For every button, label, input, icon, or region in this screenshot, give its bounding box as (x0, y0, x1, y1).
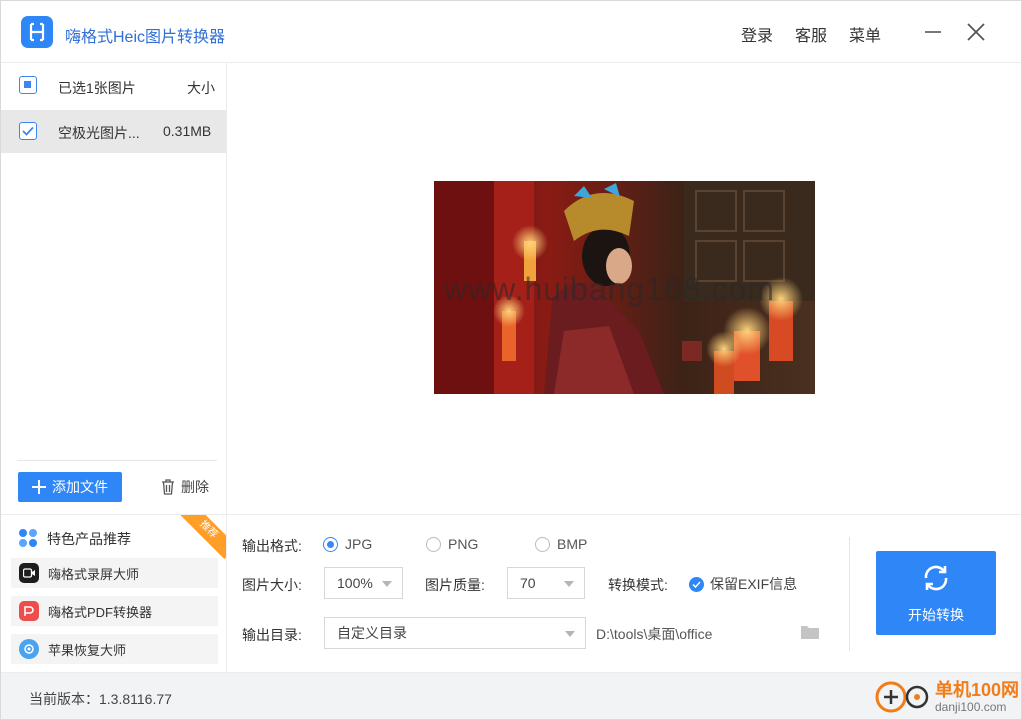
output-path: D:\tools\桌面\office (596, 626, 713, 642)
minimize-button[interactable] (918, 17, 948, 47)
promo-item-screen-recorder[interactable]: 嗨格式录屏大师 (11, 558, 218, 588)
select-all-checkbox[interactable] (19, 76, 37, 94)
file-list-panel: 已选1张图片 大小 空极光图片... 0.31MB 添加文件 删除 (1, 63, 227, 514)
delete-label: 删除 (181, 479, 209, 495)
app-logo-icon (21, 16, 53, 48)
selected-count-label: 已选1张图片 (58, 80, 136, 96)
radio-unselected-icon (426, 536, 441, 552)
promo-panel: 推荐 特色产品推荐 嗨格式录屏大师 嗨格式PDF转换器 苹果恢复大师 (1, 514, 227, 672)
chevron-down-icon (565, 631, 575, 637)
output-dir-select[interactable]: 自定义目录 (324, 617, 586, 649)
file-size: 0.31MB (163, 123, 212, 139)
recommend-badge: 推荐 (179, 515, 226, 559)
close-icon (967, 23, 985, 41)
settings-panel: 输出格式: JPG PNG BMP 图片大小: 100% 图片质量: 70 转换… (227, 514, 1021, 672)
image-quality-select[interactable]: 70 (507, 567, 585, 599)
promo-title: 特色产品推荐 (47, 531, 131, 547)
size-column-header: 大小 (187, 80, 215, 96)
radio-selected-icon (323, 536, 338, 552)
promo-item-pdf-converter[interactable]: 嗨格式PDF转换器 (11, 596, 218, 626)
format-label: JPG (345, 536, 373, 552)
promo-item-label: 嗨格式PDF转换器 (48, 604, 153, 620)
convert-mode-label: 转换模式: (608, 577, 668, 593)
file-list-header: 已选1张图片 大小 (1, 63, 226, 109)
image-quality-value: 70 (520, 575, 536, 591)
delete-button[interactable]: 删除 (161, 477, 209, 497)
start-convert-button[interactable]: 开始转换 (876, 551, 996, 635)
status-bar: 当前版本：1.3.8116.77 单机100网 danji100.com (1, 672, 1021, 719)
chevron-down-icon (564, 581, 574, 587)
close-button[interactable] (961, 17, 991, 47)
site-logo-icon (875, 681, 929, 713)
add-file-label: 添加文件 (52, 479, 108, 495)
radio-unselected-icon (535, 536, 550, 552)
preview-watermark: www.huibang168.com (444, 271, 776, 307)
minimize-icon (925, 31, 941, 33)
menu-link[interactable]: 菜单 (849, 22, 881, 46)
start-convert-label: 开始转换 (908, 607, 964, 623)
keep-exif-label: 保留EXIF信息 (710, 576, 798, 592)
site-name: 单机100网 (935, 680, 1020, 700)
title-bar: 嗨格式Heic图片转换器 登录 客服 菜单 (1, 1, 1021, 63)
file-row-checkbox[interactable] (19, 122, 37, 140)
site-logo: 单机100网 danji100.com (875, 677, 1019, 717)
format-radio-png[interactable]: PNG (426, 536, 478, 552)
preview-panel: www.huibang168.com (227, 63, 1021, 514)
screen-recorder-icon (19, 563, 39, 583)
refresh-icon (924, 565, 948, 591)
format-radio-bmp[interactable]: BMP (535, 536, 587, 552)
chevron-down-icon (382, 581, 392, 587)
format-radio-jpg[interactable]: JPG (323, 536, 372, 552)
output-dir-label: 输出目录: (242, 627, 302, 643)
image-quality-label: 图片质量: (425, 577, 485, 593)
format-label: PNG (448, 536, 479, 552)
preview-image: www.huibang168.com (434, 181, 815, 394)
site-url: danji100.com (935, 700, 1007, 714)
trash-icon (162, 479, 174, 495)
promo-item-label: 苹果恢复大师 (48, 642, 127, 658)
app-window: 嗨格式Heic图片转换器 登录 客服 菜单 已选1张图片 大小 空极光图片...… (0, 0, 1022, 720)
output-format-label: 输出格式: (242, 538, 302, 554)
format-label: BMP (557, 536, 588, 552)
image-size-value: 100% (337, 575, 373, 591)
divider (849, 537, 850, 651)
login-link[interactable]: 登录 (741, 22, 773, 46)
folder-icon[interactable] (800, 624, 820, 640)
promo-item-label: 嗨格式录屏大师 (48, 566, 140, 582)
check-circle-icon (689, 576, 704, 592)
add-file-button[interactable]: 添加文件 (18, 472, 122, 502)
file-name: 空极光图片... (58, 125, 140, 141)
plus-icon (32, 480, 46, 494)
service-link[interactable]: 客服 (795, 22, 827, 46)
file-row[interactable]: 空极光图片... 0.31MB (1, 110, 226, 153)
pdf-converter-icon (19, 601, 39, 621)
check-icon (22, 126, 34, 136)
image-size-select[interactable]: 100% (324, 567, 403, 599)
divider (17, 460, 217, 461)
promo-item-apple-recovery[interactable]: 苹果恢复大师 (11, 634, 218, 664)
app-title: 嗨格式Heic图片转换器 (65, 29, 226, 46)
version-label: 当前版本：1.3.8116.77 (29, 691, 172, 707)
image-size-label: 图片大小: (242, 577, 302, 593)
keep-exif-checkbox[interactable]: 保留EXIF信息 (689, 574, 797, 594)
apps-grid-icon (19, 529, 37, 547)
output-dir-value: 自定义目录 (337, 625, 407, 641)
apple-recovery-icon (19, 639, 39, 659)
